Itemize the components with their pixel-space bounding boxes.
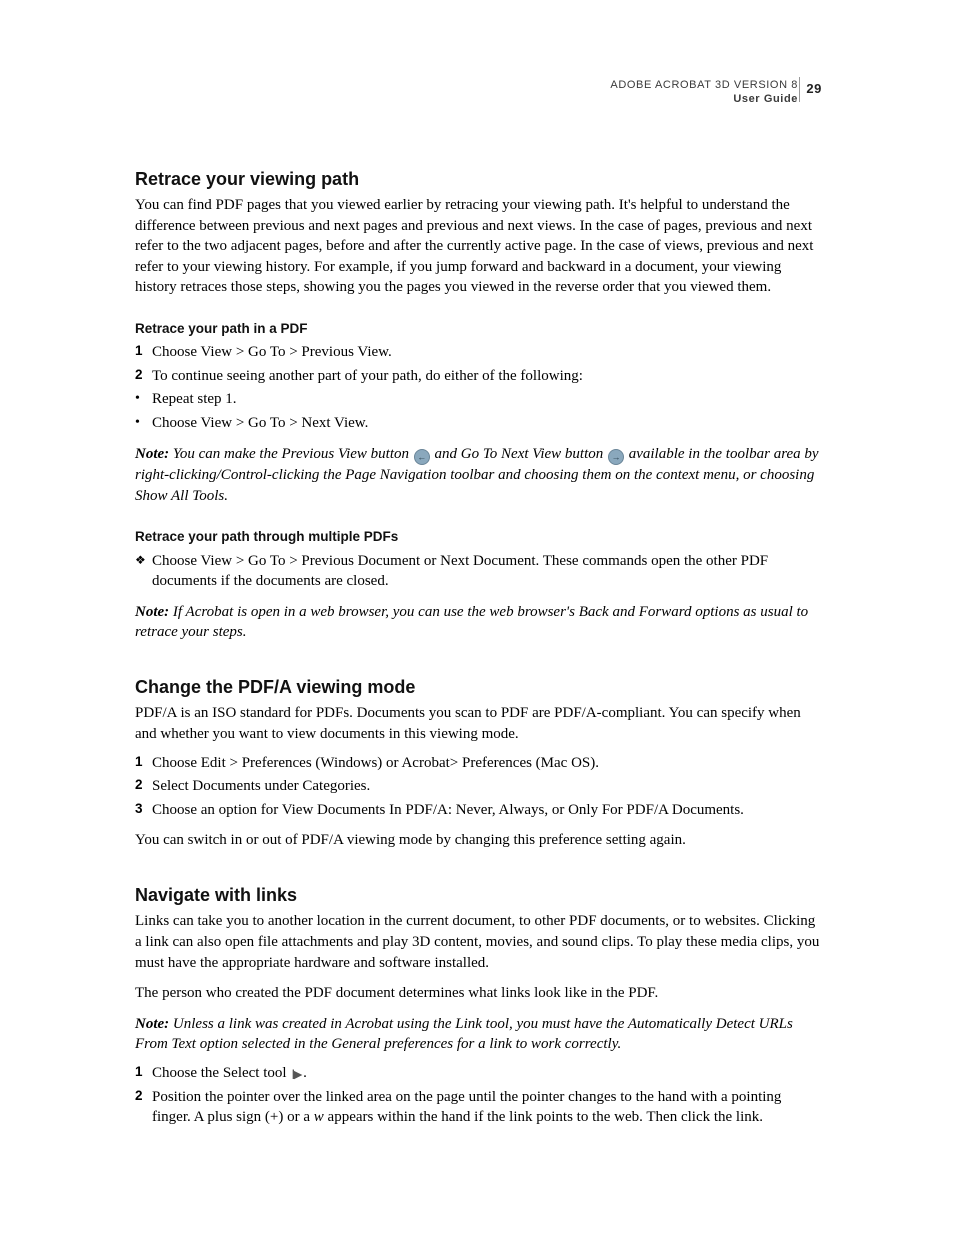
list-item: 3 Choose an option for View Documents In… — [135, 800, 820, 821]
bullet-icon: • — [135, 413, 152, 434]
list-text: Choose an option for View Documents In P… — [152, 800, 744, 821]
list-text: Choose the Select tool I►. — [152, 1063, 307, 1084]
paragraph: PDF/A is an ISO standard for PDFs. Docum… — [135, 703, 820, 744]
paragraph: The person who created the PDF document … — [135, 983, 820, 1004]
heading-retrace-path: Retrace your viewing path — [135, 167, 820, 192]
note-label: Note: — [135, 1016, 169, 1032]
text-fragment: Choose the Select tool — [152, 1065, 290, 1081]
header-product: ADOBE ACROBAT 3D VERSION 8 — [135, 79, 798, 93]
text-fragment: appears within the hand if the link poin… — [324, 1109, 763, 1125]
paragraph: You can find PDF pages that you viewed e… — [135, 195, 820, 298]
list-item: • Choose View > Go To > Next View. — [135, 413, 820, 434]
note-paragraph: Note: You can make the Previous View but… — [135, 444, 820, 507]
subheading-retrace-pdf: Retrace your path in a PDF — [135, 320, 820, 338]
list-text: Choose View > Go To > Previous View. — [152, 342, 392, 363]
list-item: 1 Choose Edit > Preferences (Windows) or… — [135, 753, 820, 774]
list-text: Choose Edit > Preferences (Windows) or A… — [152, 753, 599, 774]
list-number: 2 — [135, 776, 152, 797]
bullet-icon: • — [135, 389, 152, 410]
previous-view-icon: ← — [414, 449, 430, 465]
list-number: 1 — [135, 1063, 152, 1084]
list-item: 2 To continue seeing another part of you… — [135, 366, 820, 387]
select-tool-icon: I► — [291, 1065, 301, 1084]
list-text: To continue seeing another part of your … — [152, 366, 583, 387]
subheading-retrace-multiple: Retrace your path through multiple PDFs — [135, 528, 820, 546]
note-text: You can make the Previous View button — [173, 446, 413, 462]
paragraph: Links can take you to another location i… — [135, 911, 820, 973]
note-paragraph: Note: If Acrobat is open in a web browse… — [135, 602, 820, 643]
list-text: Choose View > Go To > Next View. — [152, 413, 368, 434]
heading-navigate-links: Navigate with links — [135, 883, 820, 908]
list-number: 1 — [135, 342, 152, 363]
list-item: • Repeat step 1. — [135, 389, 820, 410]
page-content: ADOBE ACROBAT 3D VERSION 8 User Guide 29… — [135, 79, 820, 1131]
text-fragment: . — [303, 1065, 307, 1081]
list-number: 2 — [135, 366, 152, 387]
list-item: 2 Select Documents under Categories. — [135, 776, 820, 797]
note-paragraph: Note: Unless a link was created in Acrob… — [135, 1014, 820, 1055]
heading-pdfa-mode: Change the PDF/A viewing mode — [135, 675, 820, 700]
note-label: Note: — [135, 446, 169, 462]
note-text: If Acrobat is open in a web browser, you… — [135, 604, 808, 641]
note-label: Note: — [135, 604, 169, 620]
list-item: 1 Choose the Select tool I►. — [135, 1063, 820, 1084]
list-number: 1 — [135, 753, 152, 774]
note-text: Unless a link was created in Acrobat usi… — [135, 1016, 793, 1053]
running-header: ADOBE ACROBAT 3D VERSION 8 User Guide 29 — [135, 79, 820, 107]
list-text: Choose View > Go To > Previous Document … — [152, 551, 820, 592]
list-item: 2 Position the pointer over the linked a… — [135, 1087, 820, 1128]
body-content: Retrace your viewing path You can find P… — [135, 167, 820, 1128]
list-item: ❖ Choose View > Go To > Previous Documen… — [135, 551, 820, 592]
list-item: 1 Choose View > Go To > Previous View. — [135, 342, 820, 363]
list-text: Position the pointer over the linked are… — [152, 1087, 820, 1128]
page-number: 29 — [799, 77, 822, 102]
header-doc-type: User Guide — [135, 93, 798, 107]
list-number: 2 — [135, 1087, 152, 1128]
list-text: Select Documents under Categories. — [152, 776, 370, 797]
note-text: and Go To Next View button — [431, 446, 607, 462]
list-number: 3 — [135, 800, 152, 821]
list-text: Repeat step 1. — [152, 389, 237, 410]
next-view-icon: → — [608, 449, 624, 465]
text-fragment: w — [314, 1109, 324, 1125]
diamond-icon: ❖ — [135, 551, 152, 592]
paragraph: You can switch in or out of PDF/A viewin… — [135, 830, 820, 851]
